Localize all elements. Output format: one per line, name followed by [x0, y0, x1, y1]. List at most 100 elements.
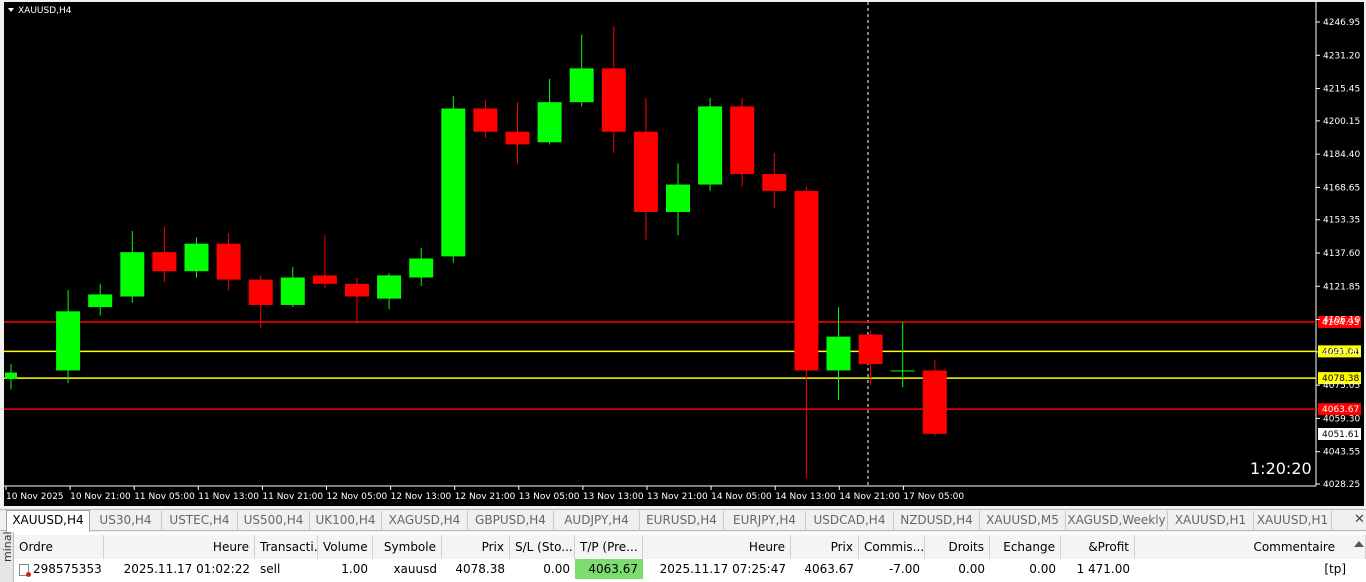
x-tick-label: 14 Nov 13:00	[775, 492, 836, 502]
chart-tab[interactable]: USTEC,H4	[162, 511, 238, 531]
history-cell: -7.00	[888, 562, 920, 576]
chart-window[interactable]: XAUUSD,H4 4104.93 4091.04 4078.38 4063.67 4…	[0, 0, 1366, 507]
column-header[interactable]: &Profit	[1061, 535, 1135, 559]
chart-tab[interactable]: XAGUSD,Weekly	[1066, 511, 1168, 531]
x-tick-label: 13 Nov 21:00	[647, 492, 708, 502]
chart-tab[interactable]: USDCAD,H4	[806, 511, 894, 531]
history-cell: 0.00	[958, 562, 985, 576]
history-cell: 0.00	[543, 562, 570, 576]
column-header[interactable]: Droits	[925, 535, 990, 559]
chart-tab[interactable]: UK100,H4	[310, 511, 382, 531]
candle-body	[922, 370, 947, 434]
terminal-panel: minal OrdreHeureTransacti...VolumeSymbol…	[0, 531, 1366, 582]
y-tick-label: 4106.10	[1323, 316, 1360, 326]
close-icon[interactable]: ✕	[1354, 512, 1365, 527]
x-tick-label: 12 Nov 21:00	[455, 492, 516, 502]
history-header-row: OrdreHeureTransacti...VolumeSymbolePrixS…	[14, 535, 1366, 560]
candle-body	[152, 252, 177, 272]
x-tick-label: 10 Nov 2025	[6, 492, 64, 502]
column-header[interactable]: Prix	[442, 535, 510, 559]
column-header[interactable]: Heure	[643, 535, 791, 559]
column-header[interactable]: Prix	[791, 535, 859, 559]
price-chart[interactable]: XAUUSD,H4 4104.934091.044078.384063.67 4…	[0, 0, 1366, 507]
y-tick-label: 4153.35	[1323, 216, 1360, 226]
y-tick-label: 4121.85	[1323, 282, 1360, 292]
history-row[interactable]: 298575353 2025.11.17 01:02:22 sell 1.00 xauu…	[14, 559, 1366, 579]
column-header[interactable]: Volume	[318, 535, 373, 559]
chart-tab[interactable]: AUDJPY,H4	[554, 511, 640, 531]
y-tick-label: 4168.65	[1323, 183, 1360, 193]
y-tick-label: 4059.30	[1323, 414, 1360, 424]
column-header[interactable]: S/L (Sto...	[510, 535, 575, 559]
candle-body	[730, 106, 755, 174]
bar-countdown-timer: 1:20:20	[1250, 459, 1312, 478]
x-tick-label: 13 Nov 05:00	[519, 492, 580, 502]
candle-body	[698, 106, 723, 185]
candle-body	[184, 243, 209, 272]
order-icon	[19, 563, 31, 577]
column-header[interactable]: Heure	[104, 535, 255, 559]
candle-body	[473, 108, 498, 132]
y-tick-label: 4043.55	[1323, 448, 1360, 458]
candle-body	[345, 283, 369, 297]
column-header[interactable]: T/P (Pre...	[575, 535, 643, 559]
column-header[interactable]: Ordre	[14, 535, 104, 559]
chart-tab[interactable]: US500,H4	[238, 511, 310, 531]
y-tick-label: 4184.40	[1323, 150, 1360, 160]
y-tick-label: 4200.15	[1323, 117, 1360, 127]
candle-body	[666, 184, 690, 213]
y-tick-label: 4090.80	[1323, 348, 1360, 358]
chart-tab[interactable]: EURUSD,H4	[640, 511, 724, 531]
candle-body	[88, 294, 113, 308]
candle-body	[280, 277, 305, 305]
history-cell: 1.00	[341, 562, 368, 576]
candle-body	[56, 311, 81, 371]
x-tick-label: 10 Nov 21:00	[70, 492, 131, 502]
chart-tab[interactable]: GBPUSD,H4	[468, 511, 554, 531]
chart-tab[interactable]: NZDUSD,H4	[894, 511, 980, 531]
chart-tab[interactable]: XAGUSD,H4	[382, 511, 468, 531]
candle	[441, 95, 466, 263]
candle-body	[505, 131, 530, 145]
candle-body	[377, 275, 402, 299]
column-header[interactable]: Echange	[990, 535, 1061, 559]
x-tick-label: 12 Nov 13:00	[391, 492, 452, 502]
y-tick-label: 4215.45	[1323, 85, 1360, 95]
chart-tab[interactable]: EURJPY,H4	[724, 511, 806, 531]
x-tick-label: 13 Nov 13:00	[583, 492, 644, 502]
history-cell: 4078.38	[455, 562, 505, 576]
history-cell: 4063.67	[575, 559, 643, 579]
history-cell: 4063.67	[804, 562, 854, 576]
x-tick-label: 14 Nov 21:00	[839, 492, 900, 502]
x-tick-label: 12 Nov 05:00	[327, 492, 388, 502]
current-price-label: 4051.61	[1322, 430, 1359, 440]
history-cell: 1 471.00	[1076, 562, 1130, 576]
column-header[interactable]: Commentaire	[1135, 535, 1366, 559]
candle	[922, 359, 947, 436]
y-tick-label: 4231.20	[1323, 51, 1360, 61]
candle-body	[794, 190, 819, 371]
chart-tab[interactable]: XAUUSD,M5	[980, 511, 1066, 531]
candle-body	[633, 131, 658, 213]
chart-tab[interactable]: XAUUSD,H1	[1254, 511, 1332, 531]
x-tick-label: 14 Nov 05:00	[711, 492, 772, 502]
chart-tab[interactable]: US30,H4	[90, 511, 162, 531]
chart-title: XAUUSD,H4	[18, 6, 72, 16]
chart-tab[interactable]: XAUUSD,H4	[6, 510, 90, 532]
y-tick-label: 4028.25	[1323, 480, 1360, 490]
column-header[interactable]: Transacti...	[255, 535, 318, 559]
candle-body	[858, 334, 883, 365]
terminal-side-label[interactable]: minal	[0, 531, 14, 582]
scroll-up-icon[interactable]	[1354, 541, 1364, 547]
chart-tabs-bar: XAUUSD,H4 US30,H4 USTEC,H4 US500,H4 UK100,H4…	[0, 509, 1366, 532]
y-tick-label: 4137.60	[1323, 249, 1360, 259]
candle-body	[409, 258, 434, 278]
x-tick-label: 11 Nov 05:00	[134, 492, 195, 502]
candle-body	[248, 279, 273, 305]
column-header[interactable]: Symbole	[373, 535, 442, 559]
column-header[interactable]: Commis...	[859, 535, 925, 559]
candle-body	[5, 372, 17, 379]
chart-tab[interactable]: XAUUSD,H1	[1168, 511, 1254, 531]
candle	[730, 97, 755, 187]
candle-body	[762, 173, 787, 191]
